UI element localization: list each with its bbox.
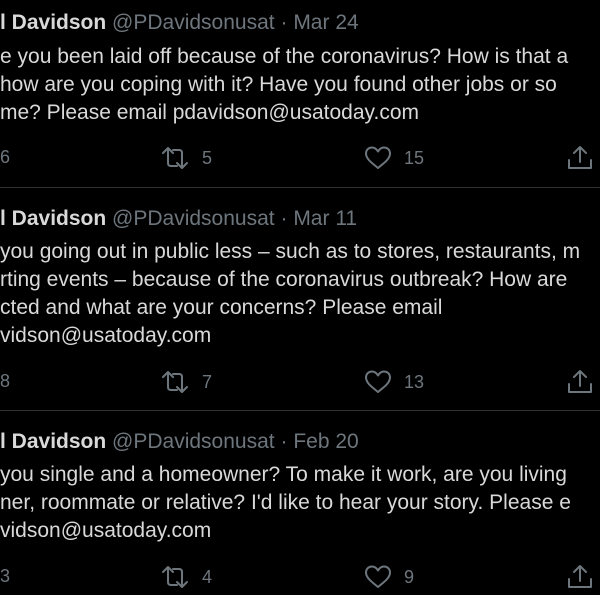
tweet-header: l Davidson @PDavidsonusat · Feb 20 (0, 429, 359, 455)
separator-dot: · (280, 207, 288, 230)
share-icon (568, 565, 592, 588)
tweet-actions: 8 7 13 (0, 367, 600, 397)
heart-icon (365, 565, 391, 588)
retweet-count: 7 (202, 371, 213, 392)
tweet-divider (0, 187, 600, 188)
author-name[interactable]: l Davidson (0, 207, 106, 230)
tweet-text-line: you going out in public less – such as t… (0, 240, 581, 263)
reply-count[interactable]: 8 (0, 371, 10, 392)
like-count: 13 (404, 371, 425, 392)
author-handle[interactable]: @PDavidsonusat (112, 430, 275, 453)
tweet-text: you going out in public less – such as t… (0, 238, 600, 350)
retweet-icon (162, 371, 188, 393)
share-button[interactable] (566, 367, 594, 397)
heart-icon (365, 146, 391, 169)
tweet-text-line: e you been laid off because of the coron… (0, 45, 569, 68)
like-button[interactable]: 13 (364, 367, 424, 397)
retweet-count: 5 (202, 147, 213, 168)
tweet-divider (0, 410, 600, 411)
tweet-text-line: ner, roommate or relative? I'd like to h… (0, 491, 571, 514)
tweet-date[interactable]: Mar 11 (293, 207, 357, 230)
like-button[interactable]: 15 (364, 143, 424, 173)
retweet-icon (162, 147, 188, 169)
tweet-text-line: how are you coping with it? Have you fou… (0, 73, 557, 96)
tweet-text: e you been laid off because of the coron… (0, 43, 600, 127)
like-button[interactable]: 9 (364, 562, 414, 592)
like-count: 9 (404, 566, 415, 587)
retweet-count: 4 (202, 566, 213, 587)
tweet-date[interactable]: Mar 24 (293, 11, 358, 34)
tweet-date[interactable]: Feb 20 (293, 430, 358, 453)
tweet-actions: 3 4 9 (0, 562, 600, 592)
share-icon (568, 370, 592, 393)
tweet-text-line: you single and a homeowner? To make it w… (0, 463, 567, 486)
share-icon (568, 146, 592, 169)
separator-dot: · (280, 11, 288, 34)
tweet-actions: 6 5 15 (0, 143, 600, 173)
tweet-text-line: me? Please email pdavidson@usatoday.com (0, 101, 419, 124)
tweet-text-line: vidson@usatoday.com (0, 519, 212, 542)
tweet-text-line: rting events – because of the coronaviru… (0, 268, 568, 291)
tweet-header: l Davidson @PDavidsonusat · Mar 24 (0, 10, 359, 36)
author-handle[interactable]: @PDavidsonusat (112, 207, 275, 230)
tweet-header: l Davidson @PDavidsonusat · Mar 11 (0, 206, 357, 232)
retweet-button[interactable]: 5 (160, 143, 212, 173)
heart-icon (365, 370, 391, 393)
author-name[interactable]: l Davidson (0, 11, 106, 34)
tweet-text-line: cted and what are your concerns? Please … (0, 296, 443, 319)
tweet-text-line: vidson@usatoday.com (0, 324, 212, 347)
retweet-button[interactable]: 7 (160, 367, 212, 397)
author-handle[interactable]: @PDavidsonusat (112, 11, 275, 34)
share-button[interactable] (566, 143, 594, 173)
retweet-button[interactable]: 4 (160, 562, 212, 592)
retweet-icon (162, 566, 188, 588)
like-count: 15 (404, 147, 425, 168)
tweet-text: you single and a homeowner? To make it w… (0, 461, 600, 545)
reply-count[interactable]: 3 (0, 566, 10, 587)
share-button[interactable] (566, 562, 594, 592)
author-name[interactable]: l Davidson (0, 430, 106, 453)
reply-count[interactable]: 6 (0, 147, 10, 168)
separator-dot: · (280, 430, 288, 453)
